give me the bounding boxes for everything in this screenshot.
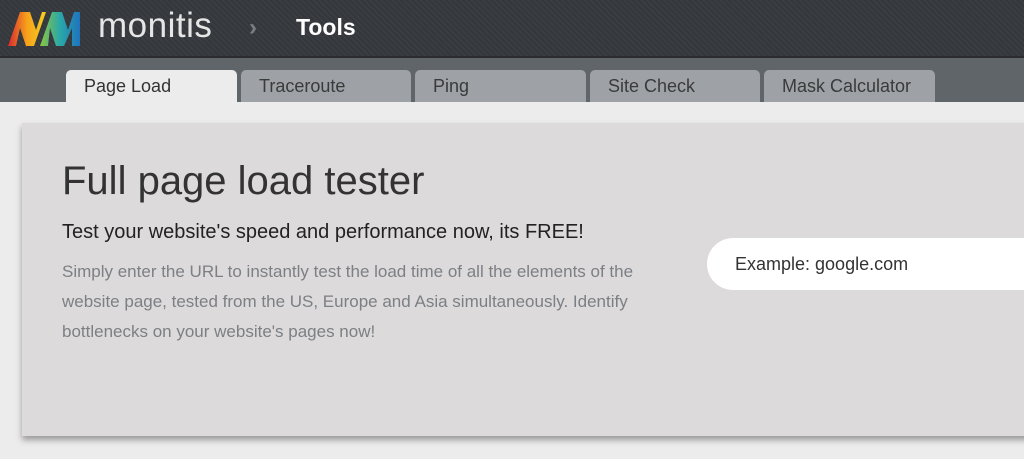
tab-bar: Page Load Traceroute Ping Site Check Mas… [0,58,1024,102]
brand-name[interactable]: monitis [98,6,212,46]
page-description: Simply enter the URL to instantly test t… [62,262,634,341]
tab-traceroute[interactable]: Traceroute [241,70,411,102]
tab-site-check[interactable]: Site Check [590,70,760,102]
page-load-panel: Full page load tester Test your website'… [22,123,1024,436]
page-title: Full page load tester [62,159,425,203]
tab-ping[interactable]: Ping [415,70,586,102]
tab-mask-calculator[interactable]: Mask Calculator [764,70,935,102]
top-header: monitis › Tools [0,0,1024,58]
url-input[interactable] [707,238,1024,290]
page-subtitle: Test your website's speed and performanc… [62,221,584,243]
tab-page-load[interactable]: Page Load [66,70,237,102]
breadcrumb-separator-icon: › [249,14,257,41]
breadcrumb-current-page: Tools [296,14,356,40]
monitis-logo-icon[interactable] [6,8,82,48]
